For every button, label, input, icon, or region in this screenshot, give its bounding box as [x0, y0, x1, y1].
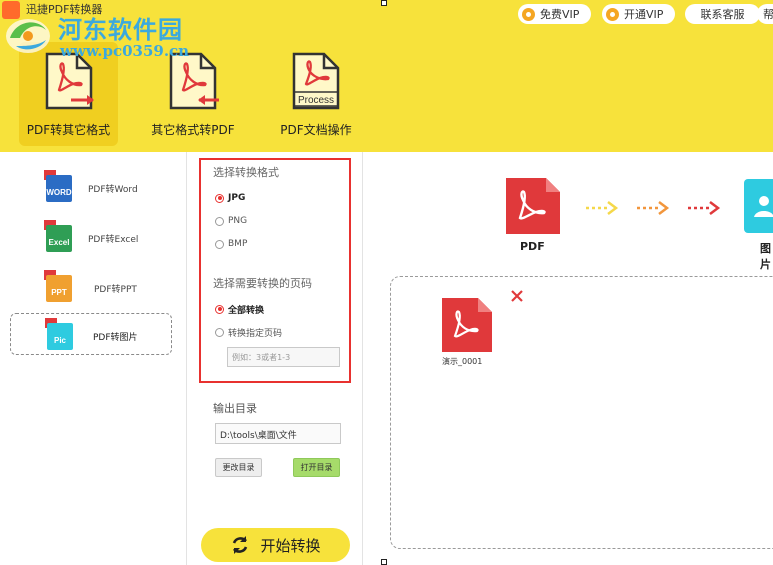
format-section-title: 选择转换格式	[213, 166, 279, 179]
sidebar-item-label: PDF转Excel	[88, 235, 139, 245]
word-icon: WORD	[44, 170, 72, 202]
contact-button[interactable]: 联系客服	[685, 4, 760, 24]
pdf-process-icon: Process	[292, 52, 340, 110]
tab-label: 其它格式转PDF	[151, 123, 235, 137]
tab-pdf-to-other[interactable]: PDF转其它格式	[19, 42, 118, 146]
start-convert-label: 开始转换	[260, 536, 321, 555]
pic-icon: Pic	[45, 318, 73, 350]
word-icon-text: WORD	[46, 188, 72, 197]
free-vip-button[interactable]: 免费VIP	[518, 4, 591, 24]
flow-source-label: PDF	[520, 240, 545, 253]
open-vip-label: 开通VIP	[624, 8, 664, 21]
pages-section-title: 选择需要转换的页码	[213, 277, 312, 290]
top-toolbar: 迅捷PDF转换器 免费VIP 开通VIP 联系客服 帮助	[0, 0, 773, 152]
tab-label: PDF文档操作	[280, 123, 352, 137]
tab-pdf-operations[interactable]: Process PDF文档操作	[268, 42, 364, 146]
format-option-bmp[interactable]: BMP	[215, 237, 247, 251]
format-option-jpg[interactable]: JPG	[215, 191, 245, 205]
sidebar-item-label: PDF转Word	[88, 185, 138, 195]
output-path-field[interactable]: D:\tools\桌面\文件	[215, 423, 341, 444]
sidebar-item-pdf-to-word[interactable]: WORD PDF转Word	[10, 166, 172, 210]
tab-label: PDF转其它格式	[26, 123, 111, 137]
output-dir-label: 输出目录	[213, 402, 257, 415]
open-vip-button[interactable]: 开通VIP	[602, 4, 675, 24]
sidebar-item-label: PDF转图片	[93, 333, 138, 343]
flow-arrow-icon	[586, 201, 619, 215]
resize-handle[interactable]	[381, 559, 387, 565]
vip-icon	[522, 7, 535, 21]
pdf-file-icon	[506, 178, 560, 234]
format-option-label: JPG	[228, 193, 246, 203]
conversion-type-sidebar: WORD PDF转Word Excel PDF转Excel PPT PDF转PP…	[0, 152, 186, 565]
sidebar-item-pdf-to-image[interactable]: Pic PDF转图片	[10, 313, 172, 355]
tab-other-to-pdf[interactable]: 其它格式转PDF	[143, 42, 243, 146]
free-vip-label: 免费VIP	[540, 8, 580, 21]
radio-button[interactable]	[215, 216, 224, 226]
flow-target-label: 图片	[760, 242, 771, 271]
vip-icon	[606, 7, 619, 21]
convert-refresh-icon	[233, 536, 248, 554]
sidebar-item-pdf-to-ppt[interactable]: PPT PDF转PPT	[10, 266, 172, 310]
flow-arrow-icon	[688, 201, 721, 215]
sidebar-item-pdf-to-excel[interactable]: Excel PDF转Excel	[10, 216, 172, 260]
pdf-import-icon	[169, 52, 219, 110]
page-mode-specified[interactable]: 转换指定页码	[215, 325, 282, 339]
ppt-icon: PPT	[44, 270, 72, 302]
image-file-icon	[744, 179, 773, 233]
process-icon-text: Process	[298, 95, 334, 106]
ppt-icon-text: PPT	[51, 288, 67, 297]
format-option-label: BMP	[228, 239, 248, 249]
excel-icon-text: Excel	[49, 238, 70, 247]
flow-arrow-icon	[637, 201, 670, 215]
format-option-label: PNG	[228, 216, 248, 226]
help-button[interactable]: 帮助	[757, 4, 773, 24]
person-icon	[754, 196, 773, 217]
start-convert-button[interactable]: 开始转换	[201, 528, 350, 562]
page-mode-label: 全部转换	[228, 305, 265, 316]
page-mode-all[interactable]: 全部转换	[215, 302, 264, 316]
radio-button[interactable]	[215, 193, 224, 203]
help-label: 帮助	[763, 8, 773, 21]
sidebar-item-label: PDF转PPT	[94, 285, 137, 295]
radio-button[interactable]	[215, 327, 224, 337]
pic-icon-text: Pic	[54, 336, 67, 345]
pdf-file-icon[interactable]	[440, 298, 492, 352]
file-name: 演示_0001	[442, 357, 483, 366]
pdf-export-icon	[45, 52, 94, 110]
close-icon[interactable]	[510, 289, 524, 303]
open-dir-button[interactable]: 打开目录	[293, 458, 340, 477]
radio-button[interactable]	[215, 304, 224, 314]
app-title: 迅捷PDF转换器	[26, 3, 103, 16]
excel-icon: Excel	[44, 220, 72, 252]
radio-button[interactable]	[215, 239, 224, 249]
app-logo-icon	[2, 1, 20, 19]
format-option-png[interactable]: PNG	[215, 214, 247, 228]
contact-label: 联系客服	[700, 8, 745, 21]
page-range-input[interactable]: 例如：3或者1-3	[227, 347, 340, 367]
app-window: 迅捷PDF转换器 免费VIP 开通VIP 联系客服 帮助	[0, 0, 773, 565]
page-mode-label: 转换指定页码	[228, 328, 283, 339]
resize-handle[interactable]	[381, 0, 387, 6]
change-dir-button[interactable]: 更改目录	[215, 458, 262, 477]
